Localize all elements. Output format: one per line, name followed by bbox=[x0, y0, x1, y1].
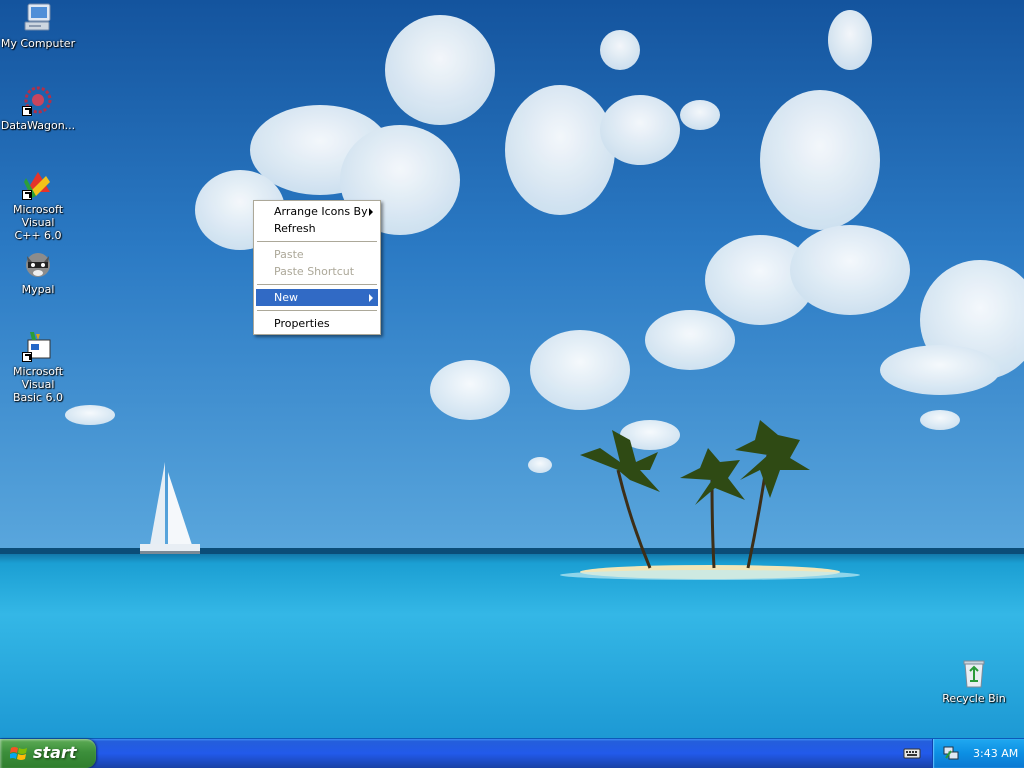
start-button[interactable]: start bbox=[0, 739, 96, 768]
submenu-arrow-icon bbox=[369, 208, 373, 216]
menu-item-label: Refresh bbox=[274, 222, 316, 235]
desktop-icon-label: Mypal bbox=[21, 283, 55, 296]
menu-separator bbox=[257, 284, 377, 285]
desktop-icon-datawagon[interactable]: DataWagon... bbox=[0, 84, 76, 132]
desktop-icon-label: DataWagon... bbox=[0, 119, 76, 132]
system-tray: 3:43 AM bbox=[932, 739, 1024, 768]
desktop[interactable]: My Computer DataWagon... Microsoft Visua… bbox=[0, 0, 1024, 738]
menu-item-label: Paste Shortcut bbox=[274, 265, 355, 278]
desktop-icon-label: Recycle Bin bbox=[942, 692, 1006, 705]
visual-basic-icon bbox=[22, 330, 54, 362]
menu-item-paste: Paste bbox=[256, 246, 378, 263]
menu-item-label: New bbox=[274, 291, 298, 304]
menu-item-label: Properties bbox=[274, 317, 330, 330]
shortcut-arrow-icon bbox=[22, 190, 32, 200]
shortcut-arrow-icon bbox=[22, 106, 32, 116]
taskbar-clock[interactable]: 3:43 AM bbox=[973, 747, 1018, 760]
menu-item-new[interactable]: New bbox=[256, 289, 378, 306]
desktop-icon-recycle-bin[interactable]: Recycle Bin bbox=[936, 657, 1012, 705]
start-label: start bbox=[33, 743, 77, 762]
network-icon[interactable] bbox=[943, 746, 959, 761]
desktop-icon-mypal[interactable]: Mypal bbox=[0, 248, 76, 296]
desktop-icon-visual-cpp[interactable]: Microsoft Visual C++ 6.0 bbox=[0, 168, 76, 242]
desktop-icon-label: Microsoft Visual C++ 6.0 bbox=[12, 203, 64, 242]
wallpaper-bliss-island bbox=[0, 0, 1024, 738]
datawagon-icon bbox=[22, 84, 54, 116]
menu-separator bbox=[257, 310, 377, 311]
menu-item-arrange-icons-by[interactable]: Arrange Icons By bbox=[256, 203, 378, 220]
taskbar: start 3:43 AM bbox=[0, 738, 1024, 768]
submenu-arrow-icon bbox=[369, 294, 373, 302]
my-computer-icon bbox=[22, 2, 54, 34]
menu-item-properties[interactable]: Properties bbox=[256, 315, 378, 332]
windows-logo-icon bbox=[10, 747, 27, 760]
desktop-context-menu: Arrange Icons By Refresh Paste Paste Sho… bbox=[253, 200, 381, 335]
menu-item-label: Arrange Icons By bbox=[274, 205, 368, 218]
shortcut-arrow-icon bbox=[22, 352, 32, 362]
menu-item-label: Paste bbox=[274, 248, 304, 261]
desktop-icon-visual-basic[interactable]: Microsoft Visual Basic 6.0 bbox=[0, 330, 76, 404]
mypal-icon bbox=[22, 248, 54, 280]
menu-item-refresh[interactable]: Refresh bbox=[256, 220, 378, 237]
menu-item-paste-shortcut: Paste Shortcut bbox=[256, 263, 378, 280]
desktop-icon-label: Microsoft Visual Basic 6.0 bbox=[12, 365, 64, 404]
visual-cpp-icon bbox=[22, 168, 54, 200]
keyboard-icon[interactable] bbox=[903, 745, 921, 761]
recycle-bin-icon bbox=[958, 657, 990, 689]
desktop-icon-my-computer[interactable]: My Computer bbox=[0, 2, 76, 50]
desktop-icon-label: My Computer bbox=[0, 37, 76, 50]
menu-separator bbox=[257, 241, 377, 242]
